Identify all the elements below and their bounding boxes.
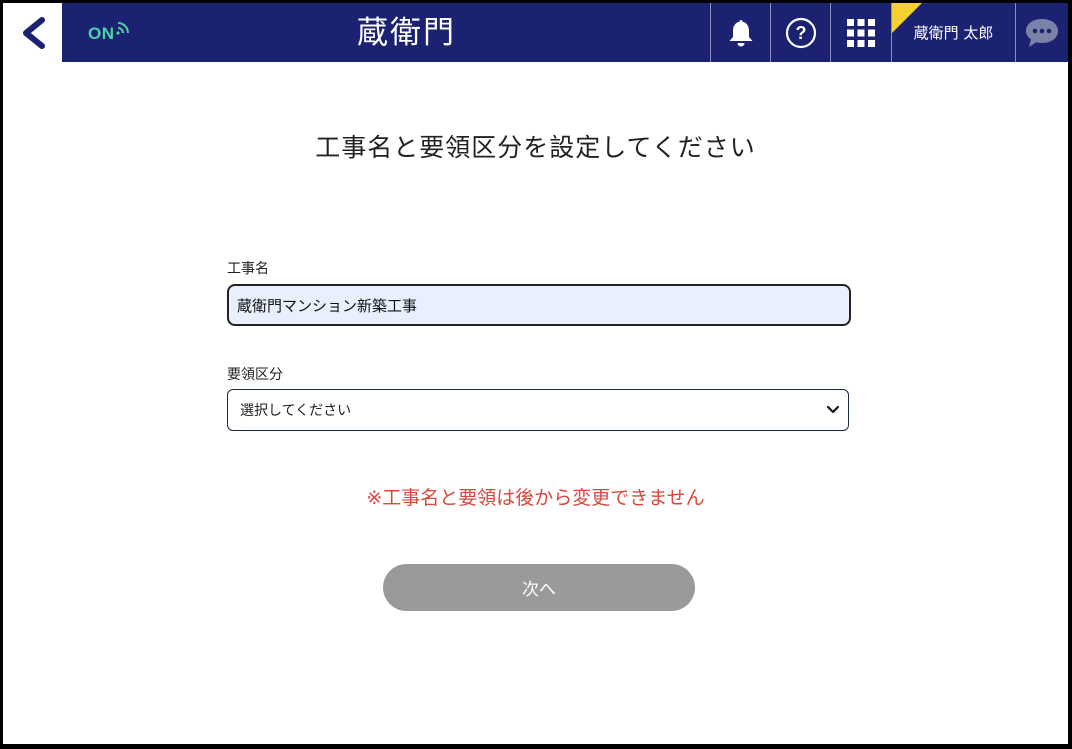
- wifi-icon: [115, 22, 129, 35]
- svg-text:?: ?: [795, 23, 806, 43]
- bell-icon: [729, 19, 752, 46]
- page-title: 工事名と要領区分を設定してください: [315, 133, 756, 162]
- user-menu[interactable]: 蔵衛門 太郎: [891, 3, 1015, 62]
- help-button[interactable]: ?: [770, 3, 830, 62]
- category-select-value: 選択してください: [240, 403, 352, 419]
- project-name-label: 工事名: [227, 261, 269, 277]
- back-chevron-icon: [22, 16, 45, 49]
- chat-bubble-icon: [1026, 18, 1058, 47]
- category-select[interactable]: 選択してください: [227, 389, 849, 431]
- online-status: ON: [88, 22, 130, 45]
- user-name: 蔵衛門 太郎: [913, 24, 994, 42]
- help-icon: ?: [785, 17, 816, 48]
- back-button[interactable]: [3, 3, 62, 62]
- notifications-button[interactable]: [710, 3, 770, 62]
- top-bar: ON 蔵衛門 ? 蔵衛門 太郎: [62, 3, 1068, 62]
- project-name-input[interactable]: [227, 284, 851, 326]
- user-flag-marker: [892, 3, 922, 33]
- next-button[interactable]: 次へ: [383, 564, 695, 611]
- online-status-label: ON: [88, 24, 115, 43]
- category-label: 要領区分: [227, 367, 283, 383]
- chat-button[interactable]: [1015, 3, 1068, 62]
- app-logo: 蔵衛門: [357, 15, 456, 51]
- apps-button[interactable]: [830, 3, 890, 62]
- app-window: ON 蔵衛門 ? 蔵衛門 太郎 工事名と要領区分を設定してください 工事名 蔵衛…: [3, 3, 1068, 744]
- chevron-down-icon: [826, 405, 840, 414]
- warning-message: ※工事名と要領は後から変更できません: [366, 487, 705, 509]
- apps-grid-icon: [846, 18, 875, 47]
